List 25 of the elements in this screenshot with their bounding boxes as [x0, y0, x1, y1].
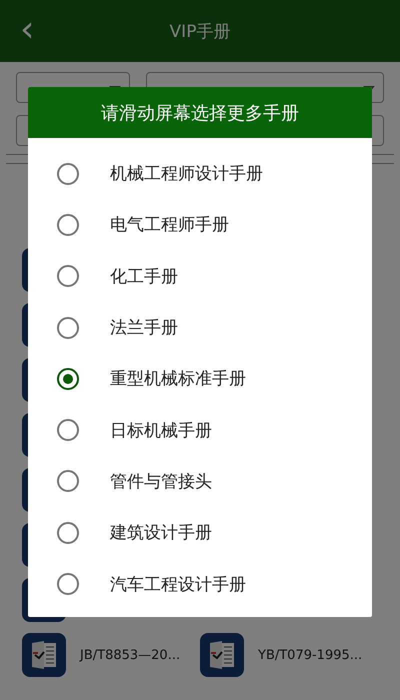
radio-button[interactable] [57, 265, 79, 288]
radio-option[interactable]: 化工手册 [28, 250, 372, 302]
document-title[interactable]: YB/T079-1995... [258, 648, 362, 662]
page-title: VIP手册 [170, 20, 230, 42]
radio-option[interactable]: 机械工程师设计手册 [28, 148, 372, 200]
radio-option[interactable]: 建筑设计手册 [28, 507, 372, 558]
radio-option[interactable]: 法兰手册 [28, 302, 372, 354]
document-icon[interactable] [22, 633, 66, 677]
radio-button[interactable] [57, 522, 79, 544]
radio-option[interactable]: 重型机械标准手册 [28, 353, 372, 404]
back-button[interactable]: ‹ [16, 12, 38, 48]
radio-option[interactable]: 汽车工程设计手册 [28, 558, 372, 610]
dialog-title: 请滑动屏幕选择更多手册 [101, 102, 299, 124]
radio-button[interactable] [57, 419, 79, 442]
radio-button[interactable] [57, 573, 79, 596]
radio-option[interactable]: 电气工程师手册 [28, 199, 372, 251]
radio-option[interactable]: 管件与管接头 [28, 456, 372, 508]
radio-button[interactable] [57, 368, 79, 390]
radio-button[interactable] [57, 316, 79, 339]
radio-button[interactable] [57, 162, 79, 185]
radio-button[interactable] [57, 470, 79, 492]
document-icon[interactable] [200, 633, 244, 677]
radio-option[interactable]: 日标机械手册 [28, 404, 372, 456]
document-title[interactable]: JB/T8853—20... [80, 648, 180, 662]
radio-button[interactable] [57, 214, 79, 236]
